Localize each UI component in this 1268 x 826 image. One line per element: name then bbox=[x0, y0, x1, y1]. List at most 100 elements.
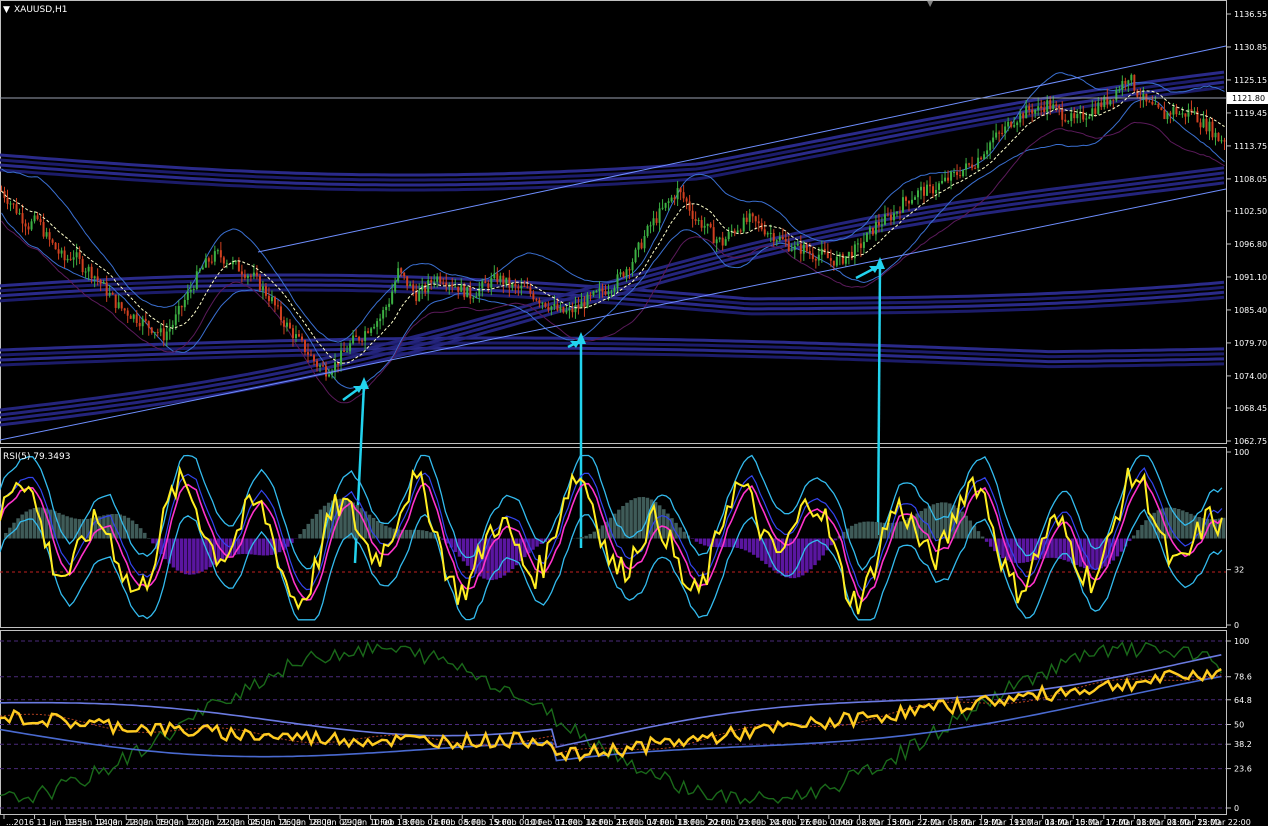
candle-body bbox=[565, 310, 568, 313]
candle-body bbox=[796, 243, 799, 246]
candle-body bbox=[769, 233, 772, 235]
candle-body bbox=[709, 223, 712, 228]
candle-body bbox=[24, 223, 27, 227]
candle-body bbox=[469, 286, 472, 299]
histogram-bar bbox=[641, 496, 646, 539]
histogram-bar bbox=[375, 520, 380, 539]
histogram-bar bbox=[1062, 538, 1067, 561]
candle-body bbox=[754, 216, 757, 222]
price-tick-label: 1108.05 bbox=[1234, 175, 1267, 184]
oscillator-tick-label: 100 bbox=[1234, 637, 1249, 646]
candle-body bbox=[1223, 140, 1226, 142]
candle-body bbox=[932, 186, 935, 194]
histogram-bar bbox=[858, 522, 862, 539]
candle-body bbox=[739, 230, 742, 232]
candle-body bbox=[691, 210, 694, 220]
histogram-bar bbox=[751, 538, 756, 555]
candle-body bbox=[688, 201, 691, 211]
candle-body bbox=[1214, 132, 1217, 138]
candle-body bbox=[1178, 113, 1181, 115]
candle-body bbox=[162, 328, 165, 341]
candle-body bbox=[210, 261, 213, 263]
histogram-bar bbox=[65, 516, 69, 539]
candle-body bbox=[1013, 125, 1016, 127]
candle-body bbox=[580, 301, 583, 308]
histogram-bar bbox=[506, 538, 511, 573]
candle-body bbox=[126, 310, 129, 316]
candle-body bbox=[322, 365, 325, 367]
oscillator-tick-label: 78.6 bbox=[1234, 673, 1252, 682]
candle-body bbox=[499, 275, 502, 282]
candle-body bbox=[895, 211, 898, 214]
candle-body bbox=[484, 281, 487, 284]
candle-body bbox=[403, 272, 406, 277]
candle-body bbox=[877, 222, 880, 226]
candle-body bbox=[69, 258, 72, 260]
candle-body bbox=[868, 227, 871, 233]
candle-body bbox=[929, 184, 932, 187]
candle-body bbox=[1022, 113, 1025, 119]
candle-body bbox=[559, 307, 562, 311]
candle-body bbox=[358, 336, 361, 341]
candle-body bbox=[415, 291, 418, 302]
histogram-bar bbox=[420, 530, 425, 539]
candle-body bbox=[213, 251, 216, 262]
candle-body bbox=[763, 229, 766, 235]
candle-body bbox=[595, 291, 598, 293]
chart-symbol-dropdown-icon[interactable]: ▼ bbox=[3, 5, 10, 15]
candle-body bbox=[634, 249, 637, 263]
histogram-bar bbox=[976, 531, 981, 539]
scroll-marker-icon[interactable]: ▼ bbox=[927, 0, 934, 8]
candle-body bbox=[1109, 99, 1112, 105]
candle-body bbox=[880, 224, 883, 226]
histogram-bar bbox=[584, 535, 588, 539]
candle-body bbox=[111, 292, 114, 295]
candle-body bbox=[270, 296, 273, 302]
candle-body bbox=[466, 286, 469, 298]
candle-body bbox=[343, 350, 346, 352]
trading-chart[interactable]: 1136.55 1130.85 1125.15 1119.45 1113.75 1108.… bbox=[0, 0, 1268, 826]
candle-body bbox=[694, 219, 697, 221]
histogram-bar bbox=[469, 538, 474, 570]
histogram-bar bbox=[1136, 530, 1140, 539]
candle-body bbox=[586, 294, 589, 308]
candle-body bbox=[977, 157, 980, 168]
candle-body bbox=[276, 305, 279, 307]
price-tick-label: 1130.85 bbox=[1234, 43, 1267, 52]
candle-body bbox=[165, 331, 168, 341]
candle-body bbox=[472, 297, 475, 299]
candle-body bbox=[971, 164, 974, 168]
histogram-bar bbox=[862, 521, 866, 539]
price-tick-label: 1096.80 bbox=[1234, 240, 1267, 249]
candle-body bbox=[150, 327, 153, 334]
candle-body bbox=[1073, 113, 1076, 119]
candle-body bbox=[956, 171, 959, 176]
histogram-bar bbox=[314, 513, 319, 539]
candle-body bbox=[90, 266, 93, 279]
histogram-bar bbox=[425, 531, 429, 539]
oscillator-tick-label: 23.6 bbox=[1234, 765, 1252, 774]
candle-body bbox=[1031, 110, 1034, 114]
candle-body bbox=[168, 328, 171, 332]
candle-body bbox=[962, 169, 965, 177]
candle-body bbox=[340, 350, 343, 365]
candle-body bbox=[1217, 132, 1220, 142]
candle-body bbox=[1019, 113, 1022, 123]
candle-body bbox=[138, 323, 141, 327]
candle-body bbox=[883, 214, 886, 225]
candle-body bbox=[1046, 100, 1049, 113]
candle-body bbox=[1064, 119, 1067, 122]
candle-body bbox=[1040, 106, 1043, 109]
candle-body bbox=[1034, 109, 1037, 114]
histogram-bar bbox=[257, 538, 261, 556]
candle-body bbox=[703, 225, 706, 228]
candle-body bbox=[279, 306, 282, 321]
candle-body bbox=[1010, 121, 1013, 127]
histogram-bar bbox=[756, 538, 760, 558]
histogram-bar bbox=[1091, 538, 1095, 570]
candle-body bbox=[856, 243, 859, 245]
candle-body bbox=[1037, 106, 1040, 110]
histogram-bar bbox=[698, 538, 703, 544]
candle-body bbox=[412, 284, 415, 292]
histogram-bar bbox=[134, 524, 139, 539]
